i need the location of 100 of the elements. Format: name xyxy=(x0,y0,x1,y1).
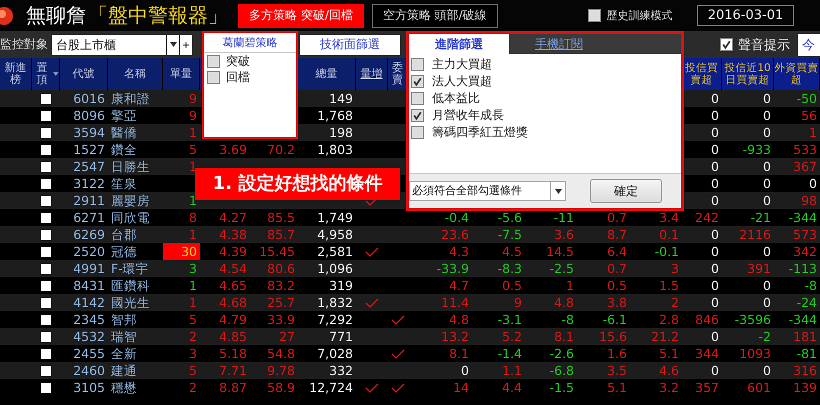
table-cell: 7,028 xyxy=(317,346,353,361)
table-cell: 391 xyxy=(747,261,771,276)
pin-checkbox[interactable] xyxy=(41,366,51,376)
table-cell: 0 xyxy=(809,176,817,191)
pin-checkbox[interactable] xyxy=(41,162,51,172)
tech-filter-button[interactable]: 技術面篩選 xyxy=(300,34,400,54)
table-cell: 0.5 xyxy=(502,278,522,293)
pin-checkbox[interactable] xyxy=(41,264,51,274)
pin-checkbox[interactable] xyxy=(41,382,51,392)
table-cell: 2520 xyxy=(73,244,105,259)
pin-checkbox[interactable] xyxy=(41,348,51,358)
table-cell: 1 xyxy=(189,278,197,293)
table-cell: 9.78 xyxy=(267,363,295,378)
filter-label: 主力大買超 xyxy=(432,56,492,73)
filter-checkbox[interactable] xyxy=(411,75,424,88)
pin-checkbox[interactable] xyxy=(41,332,51,342)
table-cell: 4.5 xyxy=(502,244,522,259)
table-cell: 357 xyxy=(695,380,719,395)
pin-checkbox[interactable] xyxy=(41,246,51,256)
pin-checkbox[interactable] xyxy=(41,230,51,240)
column-header: 總量 xyxy=(316,68,338,80)
table-cell: 846 xyxy=(695,312,719,327)
strategy-checkbox[interactable] xyxy=(207,70,220,84)
dropdown-icon[interactable] xyxy=(167,34,179,54)
table-cell: 242 xyxy=(695,210,719,225)
table-cell: 8096 xyxy=(73,108,105,123)
history-mode-checkbox[interactable] xyxy=(588,9,601,22)
filter-checkbox[interactable] xyxy=(411,109,424,122)
table-cell: 3 xyxy=(189,346,197,361)
table-cell: 4532 xyxy=(73,329,105,344)
table-cell: -344 xyxy=(788,312,817,327)
dropdown-icon[interactable] xyxy=(551,181,566,201)
today-button[interactable]: 今 xyxy=(798,34,820,56)
table-cell: 25.7 xyxy=(267,295,295,310)
strategy-tab[interactable]: 空方策略 頭部/破線 xyxy=(372,4,498,28)
table-cell: -3596 xyxy=(734,312,771,327)
column-header: 投信買賣超 xyxy=(684,62,719,86)
pin-checkbox[interactable] xyxy=(41,94,51,104)
table-cell: 332 xyxy=(329,363,353,378)
instruction-banner: 1. 設定好想找的條件 xyxy=(195,168,400,200)
date-field[interactable]: 2016-03-01 xyxy=(696,5,794,26)
filter-checkbox[interactable] xyxy=(411,58,424,71)
table-cell: 1.6 xyxy=(607,346,627,361)
table-cell: 4.27 xyxy=(219,210,247,225)
table-cell: 4.65 xyxy=(219,278,247,293)
table-cell: 80.6 xyxy=(267,261,295,276)
table-cell: 70.2 xyxy=(267,142,295,157)
table-cell: 0 xyxy=(711,244,719,259)
table-cell: 3.4 xyxy=(659,210,679,225)
table-cell: 2460 xyxy=(73,363,105,378)
table-cell: 58.9 xyxy=(267,380,295,395)
table-cell: 1,803 xyxy=(317,142,353,157)
filter-label: 法人大買超 xyxy=(432,73,492,90)
table-cell: 2455 xyxy=(73,346,105,361)
table-cell: 1093 xyxy=(739,346,771,361)
table-cell: 181 xyxy=(793,329,817,344)
pin-checkbox[interactable] xyxy=(41,128,51,138)
table-cell: 9 xyxy=(514,295,522,310)
filter-tab[interactable]: 進階篩選 xyxy=(409,34,509,54)
monitor-select[interactable]: 台股上市櫃 xyxy=(52,34,166,54)
filter-checkbox[interactable] xyxy=(411,126,424,139)
table-cell: 0 xyxy=(711,108,719,123)
pin-checkbox[interactable] xyxy=(41,144,51,154)
table-cell: 0 xyxy=(711,176,719,191)
table-cell: 3.5 xyxy=(607,363,627,378)
table-cell: 98 xyxy=(801,193,817,208)
pin-checkbox[interactable] xyxy=(41,110,51,120)
table-cell: 56 xyxy=(801,108,817,123)
table-cell: 擎亞 xyxy=(111,108,137,123)
pin-checkbox[interactable] xyxy=(41,178,51,188)
match-select[interactable]: 必須符合全部勾選條件 xyxy=(409,181,551,201)
table-cell: 0.1 xyxy=(659,227,679,242)
table-cell: 54.8 xyxy=(267,346,295,361)
strategy-tab[interactable]: 多方策略 突破/回檔 xyxy=(238,4,364,28)
table-cell: 5 xyxy=(189,142,197,157)
pin-checkbox[interactable] xyxy=(41,314,51,324)
pin-checkbox[interactable] xyxy=(41,196,51,206)
pin-checkbox[interactable] xyxy=(41,212,51,222)
add-button[interactable]: + xyxy=(180,34,192,54)
confirm-button[interactable]: 確定 xyxy=(590,179,662,203)
pin-checkbox[interactable] xyxy=(41,298,51,308)
filter-checkbox[interactable] xyxy=(411,92,424,105)
table-cell: 4142 xyxy=(73,295,105,310)
filter-tab[interactable]: 手機訂閱 xyxy=(509,34,609,54)
table-cell: 8.87 xyxy=(219,380,247,395)
table-cell: -50 xyxy=(796,91,817,106)
table-cell: 0 xyxy=(763,193,771,208)
strategy-label: 回檔 xyxy=(226,68,250,86)
table-cell: -6.8 xyxy=(550,363,574,378)
table-cell: 2 xyxy=(189,329,197,344)
table-cell: 0 xyxy=(711,159,719,174)
table-cell: 85.7 xyxy=(267,227,295,242)
table-cell: -8.3 xyxy=(498,261,522,276)
pin-checkbox[interactable] xyxy=(41,280,51,290)
sort-icon[interactable] xyxy=(53,72,59,76)
strategy-checkbox[interactable] xyxy=(207,54,220,68)
sound-checkbox[interactable] xyxy=(720,38,733,51)
table-cell: 全新 xyxy=(111,346,137,361)
table-cell: 198 xyxy=(329,125,353,140)
table-cell: 5.1 xyxy=(659,346,679,361)
